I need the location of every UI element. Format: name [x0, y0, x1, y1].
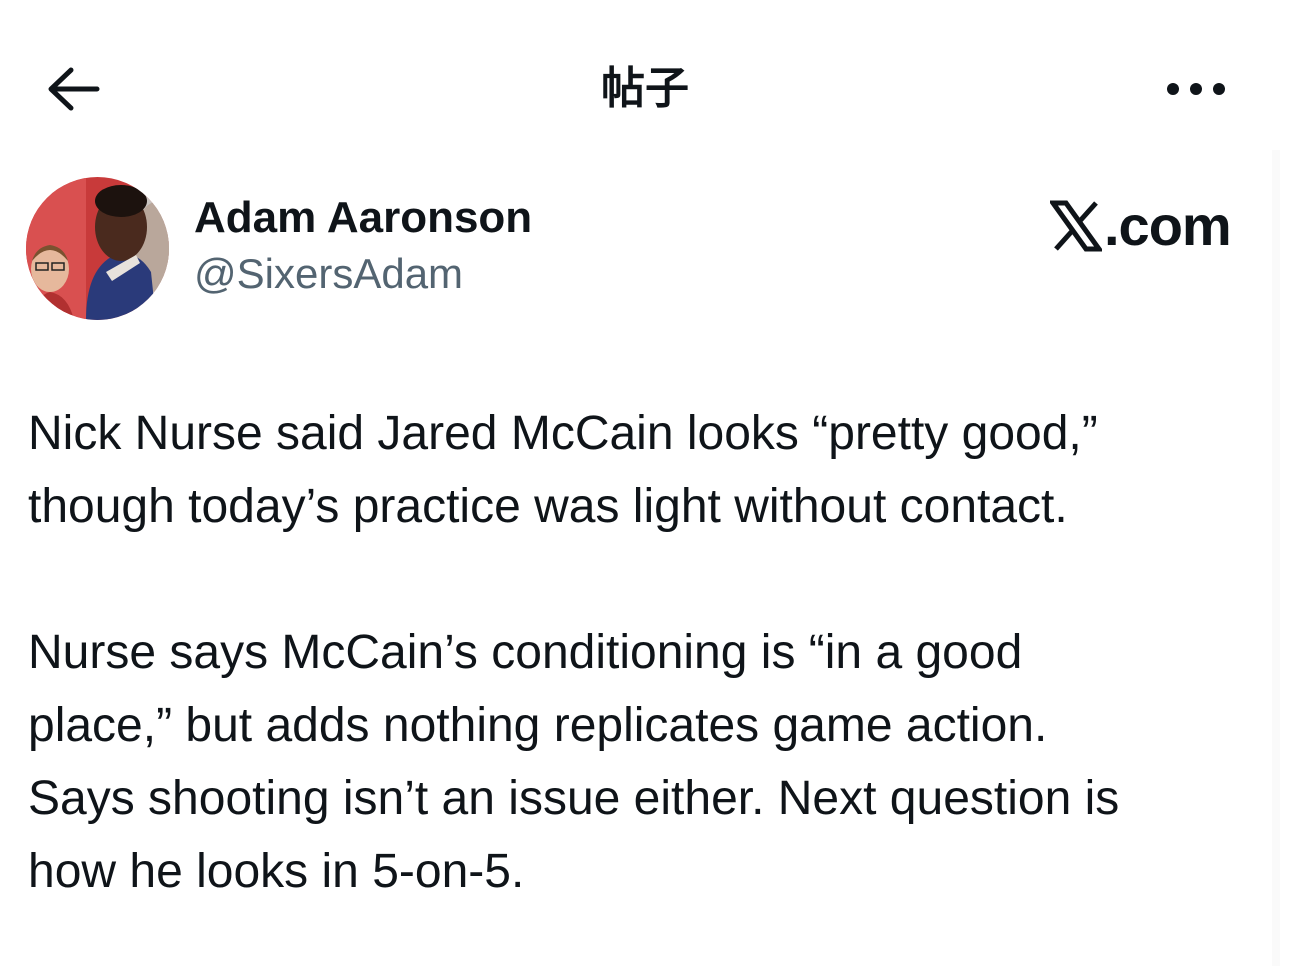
top-bar: 帖子 [0, 0, 1290, 150]
x-logo-icon [1050, 200, 1102, 252]
tweet-line: Says shooting isn’t an issue either. Nex… [28, 772, 1120, 825]
avatar[interactable] [26, 177, 169, 320]
author-display-name[interactable]: Adam Aaronson [194, 190, 532, 246]
x-com-link[interactable]: .com [1050, 194, 1232, 258]
tweet-line: place,” but adds nothing replicates game… [28, 699, 1048, 752]
avatar-photo [26, 177, 169, 320]
tweet-line: how he looks in 5-on-5. [28, 845, 525, 898]
more-options-button[interactable] [1160, 64, 1232, 114]
more-horizontal-icon [1167, 83, 1225, 95]
brand-domain: .com [1104, 194, 1232, 257]
edge-shadow [1272, 150, 1280, 966]
tweet-text: Nick Nurse said Jared McCain looks “pret… [28, 397, 1268, 908]
author-handle[interactable]: @SixersAdam [194, 246, 532, 302]
author-block: Adam Aaronson @SixersAdam [194, 190, 532, 302]
page-title: 帖子 [601, 63, 689, 114]
tweet-line: Nick Nurse said Jared McCain looks “pret… [28, 407, 1098, 460]
tweet-line: Nurse says McCain’s conditioning is “in … [28, 626, 1023, 679]
tweet-line: though today’s practice was light withou… [28, 480, 1068, 533]
